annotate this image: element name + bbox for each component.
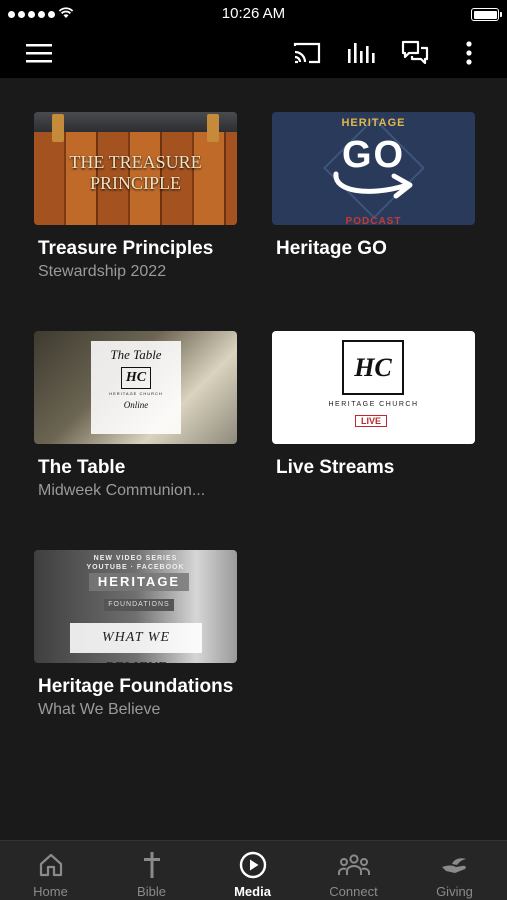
chat-icon[interactable] (400, 38, 430, 68)
card-subtitle: What We Believe (38, 701, 161, 718)
thumbnail-caption: PODCAST (345, 216, 402, 225)
thumbnail-caption-line: YOUTUBE · FACEBOOK (86, 564, 185, 571)
group-icon (303, 851, 404, 879)
media-card-heritage-go[interactable]: HERITAGE GO PODCAST Heritage GO (272, 112, 475, 260)
giving-hand-icon (404, 851, 505, 879)
tab-media[interactable]: Media (202, 841, 303, 900)
thumbnail-tagline: WHAT WE BELIEVE (70, 623, 202, 663)
battery-icon (471, 8, 502, 21)
card-title: Heritage GO (276, 238, 387, 259)
app-bar (0, 28, 507, 78)
card-subtitle: Midweek Communion... (38, 482, 206, 499)
bottom-tab-bar: Home Bible Media Connect Giving (0, 840, 507, 900)
tab-label: Bible (137, 884, 166, 899)
status-time: 10:26 AM (221, 5, 286, 22)
thumbnail-title: THE TREASURE PRINCIPLE (69, 152, 202, 193)
thumbnail-title: The Table (110, 347, 162, 362)
thumbnail-caption-line: NEW VIDEO SERIES (93, 555, 178, 562)
audio-bars-icon[interactable] (346, 38, 376, 68)
menu-icon[interactable] (24, 38, 54, 68)
tab-label: Giving (436, 884, 473, 899)
hc-logo: HC (342, 340, 404, 395)
media-card-heritage-foundations[interactable]: NEW VIDEO SERIES YOUTUBE · FACEBOOK HERI… (34, 550, 237, 720)
live-badge: LIVE (355, 415, 388, 427)
arrow-icon (333, 171, 413, 199)
thumbnail-heritage-go[interactable]: HERITAGE GO PODCAST (272, 112, 475, 225)
tab-label: Media (234, 884, 271, 899)
tab-label: Home (33, 884, 68, 899)
thumbnail-title: HERITAGE (89, 573, 189, 591)
hc-logo: HC (120, 367, 152, 389)
play-circle-icon (202, 851, 303, 879)
thumbnail-the-table[interactable]: The Table HC HERITAGE CHURCH Online (34, 331, 237, 444)
thumbnail-heritage-foundations[interactable]: NEW VIDEO SERIES YOUTUBE · FACEBOOK HERI… (34, 550, 237, 663)
thumbnail-panel: The Table HC HERITAGE CHURCH Online (91, 341, 181, 434)
media-card-live-streams[interactable]: HC HERITAGE CHURCH LIVE Live Streams (272, 331, 475, 479)
thumbnail-label: Online (123, 400, 149, 410)
card-title: Live Streams (276, 457, 395, 478)
tab-giving[interactable]: Giving (404, 841, 505, 900)
card-title: Treasure Principles (38, 238, 214, 259)
media-card-the-table[interactable]: The Table HC HERITAGE CHURCH Online The … (34, 331, 237, 501)
cast-icon[interactable] (292, 38, 322, 68)
home-icon (0, 851, 101, 879)
thumbnail-caption: HERITAGE CHURCH (328, 401, 419, 408)
tab-label: Connect (329, 884, 378, 899)
thumbnail-label: HERITAGE (341, 117, 406, 129)
thumbnail-subtitle: FOUNDATIONS (104, 599, 174, 611)
thumbnail-treasure-principles[interactable]: THE TREASURE PRINCIPLE (34, 112, 237, 225)
card-subtitle: Stewardship 2022 (38, 263, 167, 280)
status-bar: 10:26 AM (0, 0, 507, 28)
cross-icon (101, 851, 202, 879)
more-vertical-icon[interactable] (454, 38, 484, 68)
card-title: The Table (38, 457, 126, 478)
card-title: Heritage Foundations (38, 676, 234, 697)
tab-bible[interactable]: Bible (101, 841, 202, 900)
thumbnail-live-streams[interactable]: HC HERITAGE CHURCH LIVE (272, 331, 475, 444)
tab-home[interactable]: Home (0, 841, 101, 900)
tab-connect[interactable]: Connect (303, 841, 404, 900)
media-card-treasure-principles[interactable]: THE TREASURE PRINCIPLE Treasure Principl… (34, 112, 237, 282)
media-grid: THE TREASURE PRINCIPLE Treasure Principl… (0, 78, 507, 840)
thumbnail-caption: NEW VIDEO SERIES YOUTUBE · FACEBOOK (34, 554, 237, 572)
thumbnail-caption: HERITAGE CHURCH (109, 391, 163, 396)
